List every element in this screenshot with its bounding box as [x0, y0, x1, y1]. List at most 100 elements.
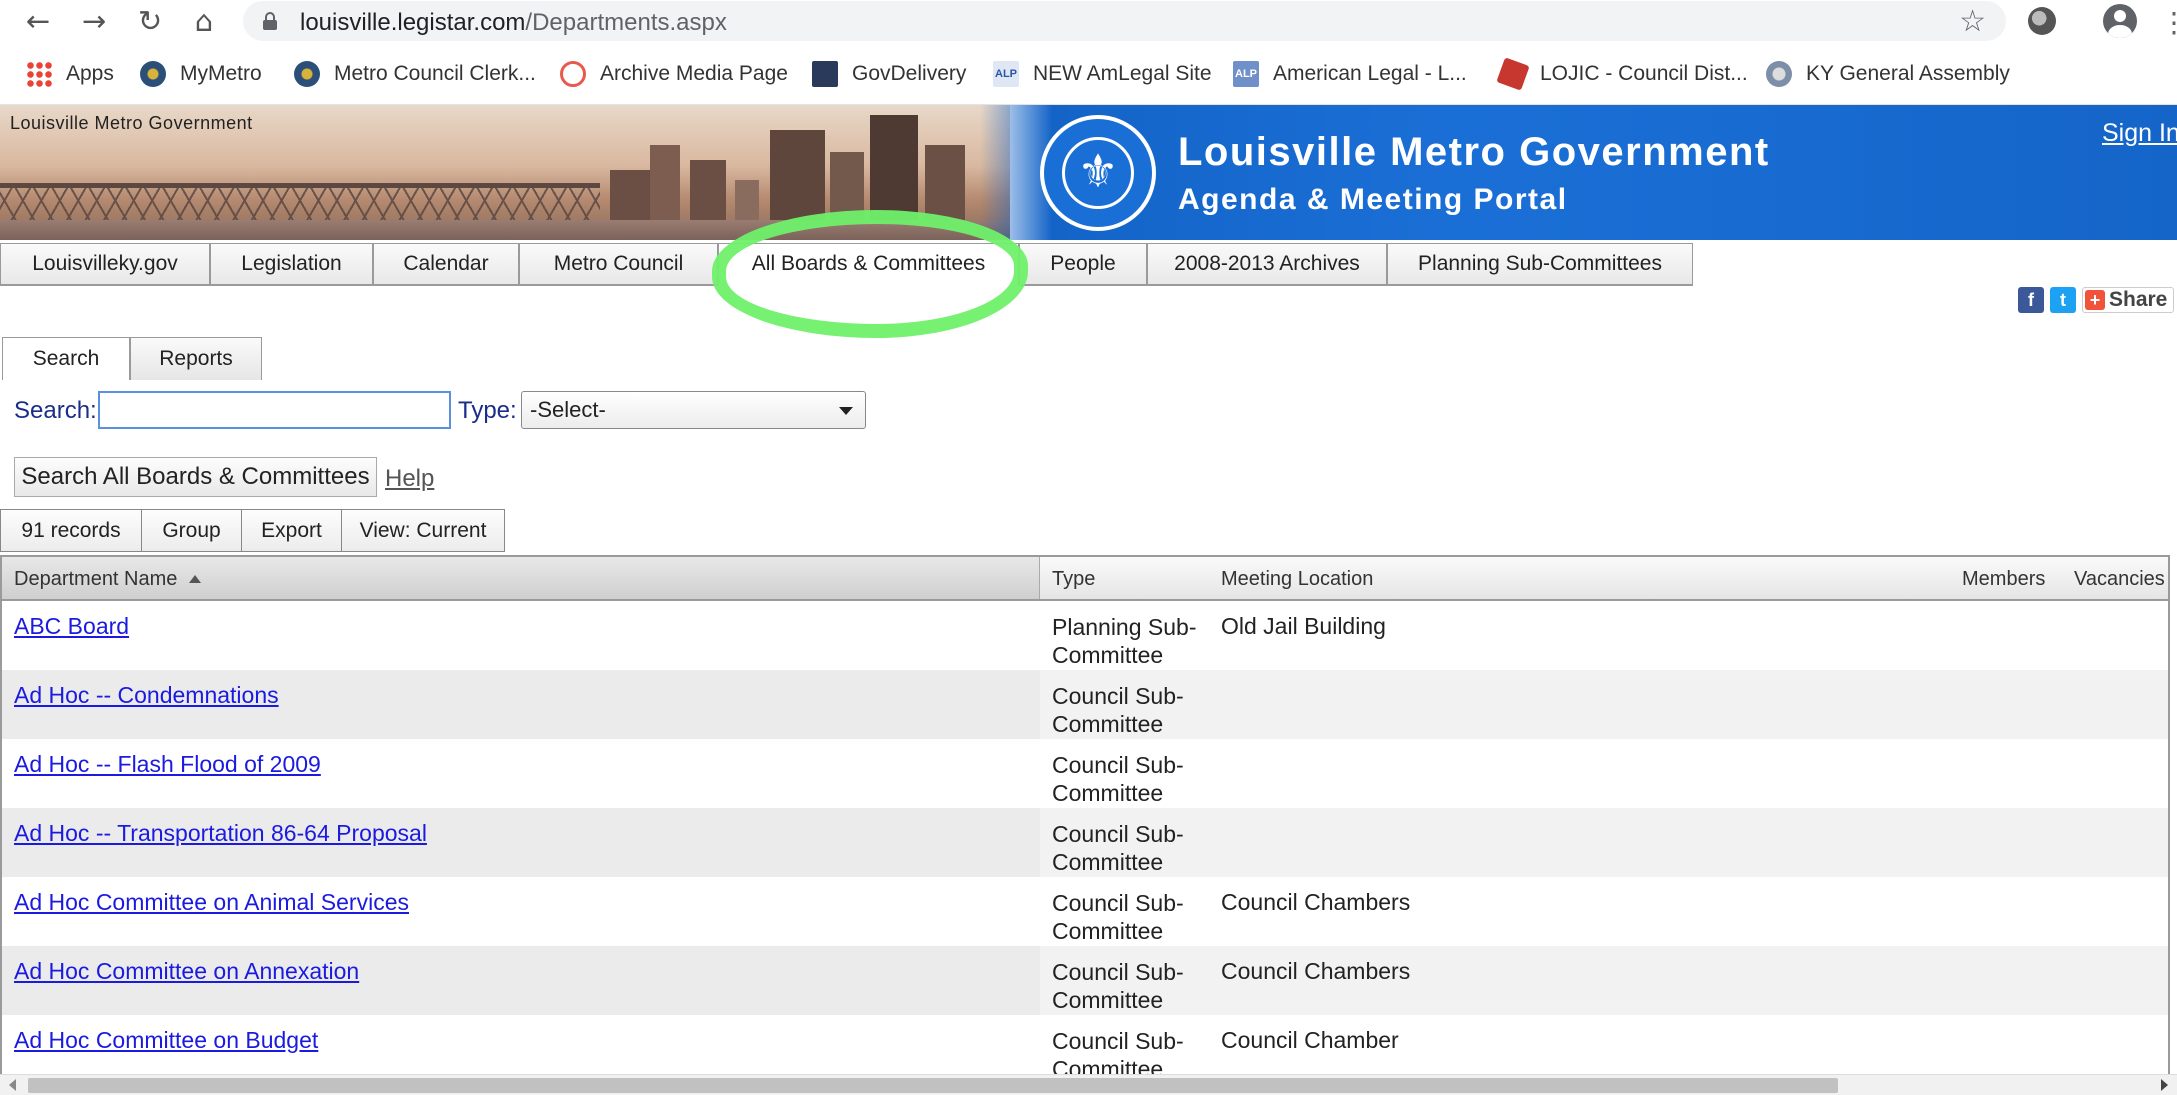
table-row: Ad Hoc Committee on Annexation Council S… — [2, 946, 2168, 1015]
url-text[interactable]: louisville.legistar.com/Departments.aspx — [300, 9, 727, 37]
bridge-graphic — [0, 183, 600, 223]
bookmark-archive-media[interactable]: Archive Media Page — [560, 59, 788, 89]
main-nav-tabs: Louisvilleky.gov Legislation Calendar Me… — [0, 243, 2177, 286]
tab-search[interactable]: Search — [2, 337, 130, 380]
department-link[interactable]: Ad Hoc -- Condemnations — [14, 682, 279, 709]
share-plus-icon: + — [2085, 290, 2105, 310]
bookmark-ky-general-assembly[interactable]: KY General Assembly — [1766, 59, 2010, 89]
department-link[interactable]: Ad Hoc Committee on Annexation — [14, 958, 359, 985]
facebook-icon[interactable]: f — [2018, 287, 2044, 313]
portal-subtitle: Agenda & Meeting Portal — [1178, 183, 1568, 216]
column-header-vacancies[interactable]: Vacancies — [2074, 568, 2165, 591]
metro-seal-icon — [294, 61, 320, 87]
department-type: Council Sub-Committee — [1052, 959, 1184, 1013]
alp-icon: ALP — [993, 61, 1019, 87]
home-icon[interactable]: ⌂ — [186, 4, 222, 38]
type-label: Type: — [458, 397, 517, 424]
tab-reports[interactable]: Reports — [130, 337, 262, 380]
table-row: ABC Board Planning Sub-Committee Old Jai… — [2, 601, 2168, 670]
search-input[interactable] — [98, 391, 451, 429]
alp-icon: ALP — [1233, 61, 1259, 87]
tab-metro-council[interactable]: Metro Council — [519, 243, 718, 286]
department-type: Council Sub-Committee — [1052, 821, 1184, 875]
department-type: Planning Sub-Committee — [1052, 614, 1197, 668]
type-selected-value: -Select- — [530, 397, 606, 422]
search-all-button[interactable]: Search All Boards & Committees — [14, 457, 377, 497]
grid-toolbar: 91 records Group Export View: Current — [0, 509, 505, 552]
bookmark-label: Apps — [66, 62, 114, 85]
bookmark-mymetro[interactable]: MyMetro — [140, 59, 262, 89]
department-type: Council Sub-Committee — [1052, 890, 1184, 944]
bookmark-metro-council-clerk[interactable]: Metro Council Clerk... — [294, 59, 536, 89]
scroll-left-icon[interactable] — [9, 1079, 16, 1091]
tab-louisvilleky-gov[interactable]: Louisvilleky.gov — [0, 243, 210, 286]
site-banner: Louisville Metro Government ⚜ Louisville… — [0, 105, 2177, 240]
bookmark-label: Archive Media Page — [600, 62, 788, 85]
tab-calendar[interactable]: Calendar — [373, 243, 519, 286]
extension-icon[interactable] — [2028, 7, 2056, 35]
skyline-image: Louisville Metro Government — [0, 105, 1010, 240]
scroll-right-icon[interactable] — [2161, 1079, 2168, 1091]
group-button[interactable]: Group — [142, 510, 242, 551]
department-link[interactable]: ABC Board — [14, 613, 129, 640]
twitter-icon[interactable]: t — [2050, 287, 2076, 313]
column-header-type[interactable]: Type — [1052, 568, 1095, 591]
url-host: louisville.legistar.com — [300, 9, 526, 36]
column-header-location[interactable]: Meeting Location — [1221, 568, 1373, 591]
dropdown-arrow-icon — [839, 407, 853, 415]
metro-seal-icon — [140, 61, 166, 87]
department-link[interactable]: Ad Hoc Committee on Budget — [14, 1027, 318, 1054]
address-bar[interactable]: louisville.legistar.com/Departments.aspx… — [243, 1, 2006, 41]
lojic-map-icon — [1496, 57, 1530, 91]
bookmark-lojic[interactable]: LOJIC - Council Dist... — [1496, 57, 1748, 91]
bookmarks-bar: Apps MyMetro Metro Council Clerk... Arch… — [0, 42, 2177, 122]
help-link[interactable]: Help — [385, 465, 434, 493]
sign-in-link[interactable]: Sign In — [2102, 119, 2177, 148]
share-bar: f t + Share — [2018, 287, 2175, 313]
scrollbar-thumb[interactable] — [28, 1078, 1838, 1093]
tab-archives[interactable]: 2008-2013 Archives — [1147, 243, 1387, 286]
export-button[interactable]: Export — [242, 510, 342, 551]
bookmark-govdelivery[interactable]: GovDelivery — [812, 59, 966, 89]
bookmark-label: LOJIC - Council Dist... — [1540, 62, 1748, 85]
department-link[interactable]: Ad Hoc -- Transportation 86-64 Proposal — [14, 820, 427, 847]
tab-people[interactable]: People — [1019, 243, 1147, 286]
bookmark-label: KY General Assembly — [1806, 62, 2010, 85]
view-button[interactable]: View: Current — [342, 510, 504, 551]
records-count: 91 records — [1, 510, 142, 551]
louisville-seal-icon: ⚜ — [1040, 115, 1156, 231]
column-header-members[interactable]: Members — [1962, 568, 2045, 591]
apps-grid-icon — [26, 61, 52, 87]
reload-icon[interactable]: ↻ — [132, 4, 168, 38]
site-label: Louisville Metro Government — [10, 113, 253, 133]
bookmark-label: Metro Council Clerk... — [334, 62, 536, 85]
tab-legislation[interactable]: Legislation — [210, 243, 373, 286]
tab-planning-sub-committees[interactable]: Planning Sub-Committees — [1387, 243, 1693, 286]
department-type: Council Sub-Committee — [1052, 683, 1184, 737]
forward-icon[interactable]: → — [76, 4, 112, 38]
govdelivery-envelope-icon — [812, 61, 838, 87]
lock-icon[interactable] — [263, 12, 277, 30]
column-header-name[interactable]: Department Name — [14, 568, 202, 591]
bookmark-label: MyMetro — [180, 62, 262, 85]
bookmark-new-amlegal[interactable]: ALP NEW AmLegal Site — [993, 59, 1212, 89]
department-link[interactable]: Ad Hoc Committee on Animal Services — [14, 889, 409, 916]
tab-all-boards-committees[interactable]: All Boards & Committees — [718, 243, 1019, 286]
bookmark-apps[interactable]: Apps — [26, 59, 114, 89]
horizontal-scrollbar[interactable] — [0, 1074, 2177, 1095]
share-button[interactable]: + Share — [2082, 287, 2175, 313]
profile-icon[interactable] — [2103, 4, 2137, 38]
department-link[interactable]: Ad Hoc -- Flash Flood of 2009 — [14, 751, 321, 778]
menu-icon[interactable]: ⋮ — [2160, 6, 2177, 39]
portal-title: Louisville Metro Government — [1178, 130, 1770, 174]
bookmark-label: American Legal - L... — [1273, 62, 1467, 85]
back-icon[interactable]: ← — [20, 4, 56, 38]
table-row: Ad Hoc -- Condemnations Council Sub-Comm… — [2, 670, 2168, 739]
river-graphic — [0, 220, 1010, 240]
type-select[interactable]: -Select- — [521, 391, 866, 429]
star-icon[interactable]: ☆ — [1959, 4, 1986, 39]
search-label: Search: — [14, 397, 97, 424]
bookmark-american-legal[interactable]: ALP American Legal - L... — [1233, 59, 1467, 89]
browser-toolbar: ← → ↻ ⌂ louisville.legistar.com/Departme… — [0, 0, 2177, 42]
departments-grid: Department Name Type Meeting Location Me… — [0, 555, 2170, 1084]
